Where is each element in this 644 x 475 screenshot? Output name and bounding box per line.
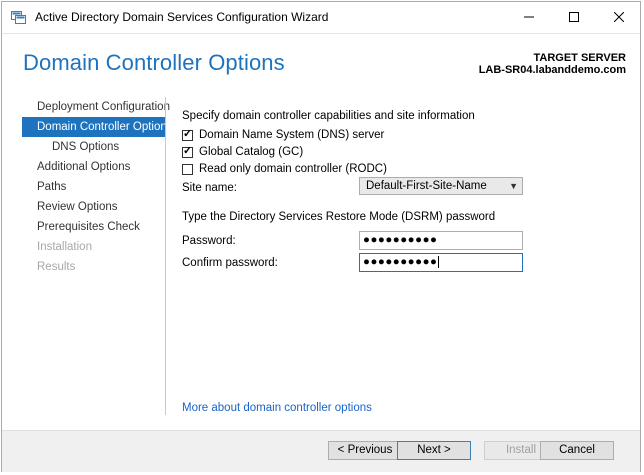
nav-item-additional-options[interactable]: Additional Options	[22, 157, 165, 177]
nav-item-paths[interactable]: Paths	[22, 177, 165, 197]
previous-button[interactable]: < Previous	[328, 441, 402, 460]
minimize-button[interactable]	[506, 2, 551, 33]
chevron-down-icon: ▼	[509, 181, 518, 191]
wizard-nav: Deployment Configuration Domain Controll…	[22, 97, 173, 277]
confirm-password-label: Confirm password:	[182, 257, 278, 269]
nav-item-review-options[interactable]: Review Options	[22, 197, 165, 217]
close-button[interactable]	[596, 2, 641, 33]
maximize-icon	[568, 11, 579, 25]
checkmark-icon: ✓	[183, 144, 193, 157]
confirm-password-value: ●●●●●●●●●●	[363, 256, 438, 268]
checkbox-box[interactable]: ✓	[182, 127, 193, 141]
checkbox-box[interactable]	[182, 163, 193, 175]
rodc-label: Read only domain controller (RODC)	[199, 163, 387, 175]
rodc-checkbox[interactable]: Read only domain controller (RODC)	[182, 163, 387, 175]
nav-item-dns-options[interactable]: DNS Options	[22, 137, 165, 157]
checkmark-icon: ✓	[183, 127, 193, 140]
dsrm-heading: Type the Directory Services Restore Mode…	[182, 211, 496, 223]
cancel-button[interactable]: Cancel	[540, 441, 614, 460]
confirm-password-field[interactable]: ●●●●●●●●●●	[359, 253, 523, 272]
target-server-label: TARGET SERVER	[533, 52, 627, 64]
capabilities-heading: Specify domain controller capabilities a…	[182, 110, 475, 122]
target-server-name: LAB-SR04.labanddemo.com	[478, 64, 626, 76]
maximize-button[interactable]	[551, 2, 596, 33]
nav-item-prerequisites-check[interactable]: Prerequisites Check	[22, 217, 165, 237]
nav-item-installation: Installation	[37, 241, 92, 253]
nav-item-results: Results	[37, 261, 76, 273]
nav-item-domain-controller-options[interactable]: Domain Controller Options	[22, 117, 173, 137]
site-name-value: Default-First-Site-Name	[366, 180, 487, 192]
app-icon	[11, 10, 26, 24]
dns-server-checkbox[interactable]: ✓ Domain Name System (DNS) server	[182, 127, 385, 141]
nav-divider	[165, 97, 166, 415]
global-catalog-label: Global Catalog (GC)	[199, 146, 304, 158]
site-name-dropdown[interactable]: Default-First-Site-Name ▼	[359, 177, 523, 195]
site-name-label: Site name:	[182, 182, 237, 194]
password-field[interactable]: ●●●●●●●●●●	[359, 231, 523, 250]
minimize-icon	[523, 11, 534, 25]
next-button[interactable]: Next >	[397, 441, 471, 460]
more-about-link[interactable]: More about domain controller options	[182, 402, 372, 414]
dns-server-label: Domain Name System (DNS) server	[199, 129, 385, 141]
password-value: ●●●●●●●●●●	[363, 234, 438, 246]
text-caret	[438, 255, 440, 268]
nav-item-deployment-configuration[interactable]: Deployment Configuration	[22, 97, 170, 117]
page-title: Domain Controller Options	[23, 50, 285, 75]
checkbox-box[interactable]: ✓	[182, 144, 193, 158]
footer-bar: < Previous Next > Install Cancel	[2, 430, 640, 472]
window-title: Active Directory Domain Services Configu…	[35, 10, 329, 24]
password-label: Password:	[182, 235, 236, 247]
close-icon	[613, 11, 624, 25]
wizard-window: Active Directory Domain Services Configu…	[1, 1, 641, 472]
global-catalog-checkbox[interactable]: ✓ Global Catalog (GC)	[182, 144, 304, 158]
title-bar: Active Directory Domain Services Configu…	[2, 2, 640, 34]
